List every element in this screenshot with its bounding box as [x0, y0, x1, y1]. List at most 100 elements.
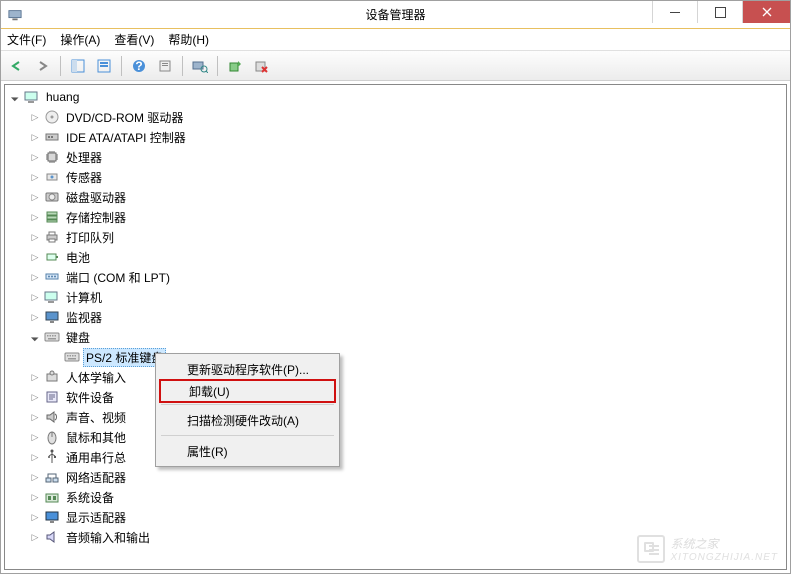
tree-node[interactable]: 音频输入和输出: [25, 527, 786, 547]
show-hide-action-button[interactable]: [92, 54, 116, 78]
printer-icon: [44, 229, 60, 245]
expand-icon[interactable]: [29, 431, 41, 443]
expand-icon[interactable]: [29, 251, 41, 263]
root-node[interactable]: huang: [5, 87, 786, 107]
expand-icon[interactable]: [29, 491, 41, 503]
tree-node[interactable]: IDE ATA/ATAPI 控制器: [25, 127, 786, 147]
disk-icon: [44, 189, 60, 205]
uninstall-button[interactable]: [249, 54, 273, 78]
window-controls: [652, 1, 790, 23]
node-label: 处理器: [63, 148, 105, 167]
expand-icon[interactable]: [29, 211, 41, 223]
toolbar: ?: [1, 51, 790, 81]
expand-icon[interactable]: [9, 91, 21, 103]
back-button[interactable]: [5, 54, 29, 78]
expand-icon[interactable]: [29, 531, 41, 543]
tree-node[interactable]: 磁盘驱动器: [25, 187, 786, 207]
tree-node[interactable]: 声音、视频: [25, 407, 786, 427]
expand-icon[interactable]: [29, 371, 41, 383]
show-hide-console-button[interactable]: [66, 54, 90, 78]
device-tree-panel[interactable]: huang DVD/CD-ROM 驱动器IDE ATA/ATAPI 控制器处理器…: [4, 84, 787, 570]
tree-node[interactable]: 处理器: [25, 147, 786, 167]
node-label: 通用串行总: [63, 448, 129, 467]
menu-uninstall[interactable]: 卸载(U): [159, 379, 336, 403]
watermark-sub: XITONGZHIJIA.NET: [671, 552, 779, 563]
device-manager-window: 设备管理器 文件(F) 操作(A) 查看(V) 帮助(H) ?: [0, 0, 791, 574]
expand-icon[interactable]: [29, 291, 41, 303]
node-label: PS/2 标准键盘: [83, 348, 166, 367]
tree-node[interactable]: 传感器: [25, 167, 786, 187]
menu-action[interactable]: 操作(A): [60, 31, 100, 48]
expand-icon[interactable]: [29, 171, 41, 183]
expand-icon[interactable]: [29, 411, 41, 423]
node-label: 打印队列: [63, 228, 117, 247]
menu-properties[interactable]: 属性(R): [159, 439, 336, 463]
node-label: IDE ATA/ATAPI 控制器: [63, 128, 189, 147]
monitor-icon: [44, 309, 60, 325]
expand-icon[interactable]: [29, 231, 41, 243]
expand-icon[interactable]: [29, 191, 41, 203]
tree-node[interactable]: 人体学输入: [25, 367, 786, 387]
close-button[interactable]: [742, 1, 790, 23]
node-label: 端口 (COM 和 LPT): [63, 268, 173, 287]
display-icon: [44, 509, 60, 525]
toolbar-separator: [60, 56, 61, 76]
expand-icon[interactable]: [29, 511, 41, 523]
computer-icon: [44, 289, 60, 305]
minimize-button[interactable]: [652, 1, 697, 23]
hid-icon: [44, 369, 60, 385]
menu-view[interactable]: 查看(V): [114, 31, 154, 48]
audio-icon: [44, 409, 60, 425]
tree-node[interactable]: 鼠标和其他: [25, 427, 786, 447]
tree-node[interactable]: 通用串行总: [25, 447, 786, 467]
disc-icon: [44, 109, 60, 125]
menu-separator: [161, 404, 334, 405]
tree-node[interactable]: 监视器: [25, 307, 786, 327]
node-label: 软件设备: [63, 388, 117, 407]
properties-button[interactable]: [153, 54, 177, 78]
tree-node[interactable]: 计算机: [25, 287, 786, 307]
expand-icon[interactable]: [29, 131, 41, 143]
toolbar-separator: [217, 56, 218, 76]
leaf-spacer: [49, 351, 61, 363]
node-label: 磁盘驱动器: [63, 188, 129, 207]
collapse-icon[interactable]: [29, 331, 41, 343]
mouse-icon: [44, 429, 60, 445]
help-button[interactable]: ?: [127, 54, 151, 78]
scan-hardware-button[interactable]: [188, 54, 212, 78]
app-icon: [1, 8, 29, 22]
expand-icon[interactable]: [29, 111, 41, 123]
menu-update-driver[interactable]: 更新驱动程序软件(P)...: [159, 357, 336, 381]
menu-scan-hardware[interactable]: 扫描检测硬件改动(A): [159, 408, 336, 432]
forward-button[interactable]: [31, 54, 55, 78]
menu-help[interactable]: 帮助(H): [168, 31, 209, 48]
tree-node[interactable]: 打印队列: [25, 227, 786, 247]
tree-node[interactable]: 存储控制器: [25, 207, 786, 227]
node-label: 网络适配器: [63, 468, 129, 487]
menu-file[interactable]: 文件(F): [7, 31, 46, 48]
tree-node[interactable]: 端口 (COM 和 LPT): [25, 267, 786, 287]
tree-node[interactable]: 显示适配器: [25, 507, 786, 527]
root-label: huang: [43, 89, 82, 105]
expand-icon[interactable]: [29, 311, 41, 323]
window-title: 设备管理器: [365, 6, 425, 23]
sw-icon: [44, 389, 60, 405]
tree-node[interactable]: DVD/CD-ROM 驱动器: [25, 107, 786, 127]
tree-node[interactable]: 电池: [25, 247, 786, 267]
expand-icon[interactable]: [29, 451, 41, 463]
maximize-button[interactable]: [697, 1, 742, 23]
expand-icon[interactable]: [29, 471, 41, 483]
node-label: 电池: [63, 248, 93, 267]
net-icon: [44, 469, 60, 485]
expand-icon[interactable]: [29, 271, 41, 283]
tree-node[interactable]: 网络适配器: [25, 467, 786, 487]
tree-node-keyboard[interactable]: 键盘: [25, 327, 786, 347]
node-label: 声音、视频: [63, 408, 129, 427]
node-label: 人体学输入: [63, 368, 129, 387]
system-icon: [44, 489, 60, 505]
expand-icon[interactable]: [29, 391, 41, 403]
tree-node[interactable]: 系统设备: [25, 487, 786, 507]
expand-icon[interactable]: [29, 151, 41, 163]
tree-node[interactable]: 软件设备: [25, 387, 786, 407]
update-driver-button[interactable]: [223, 54, 247, 78]
